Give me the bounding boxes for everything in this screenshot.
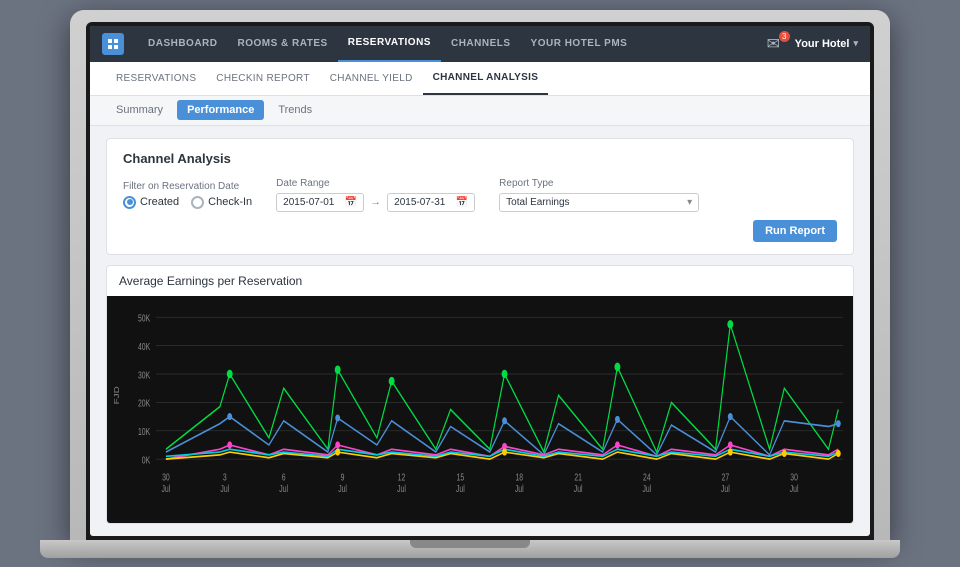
svg-text:20K: 20K xyxy=(138,397,150,409)
filter-group: Filter on Reservation Date Created xyxy=(123,181,252,209)
calendar-end-icon: 📅 xyxy=(456,197,468,208)
calendar-start-icon: 📅 xyxy=(345,197,357,208)
svg-text:9: 9 xyxy=(341,471,345,483)
date-arrow-icon: → xyxy=(370,196,381,208)
date-range-label: Date Range xyxy=(276,178,475,189)
svg-text:Jul: Jul xyxy=(574,482,583,494)
radio-checkin-dot xyxy=(191,196,204,209)
nav-right: ✉ 3 Your Hotel ▾ xyxy=(767,34,858,54)
nav-dashboard[interactable]: Dashboard xyxy=(138,26,228,62)
chart-title: Average Earnings per Reservation xyxy=(107,266,853,296)
nav-reservations[interactable]: Reservations xyxy=(338,26,441,62)
tab-summary[interactable]: Summary xyxy=(106,100,173,120)
radio-created-dot xyxy=(123,196,136,209)
report-type-group: Report Type Total Earnings ▾ xyxy=(499,178,699,212)
svg-text:3: 3 xyxy=(223,471,227,483)
chart-area: 50K 40K 30K 20K 10K 0K FJD xyxy=(107,296,853,523)
form-actions: Run Report xyxy=(123,220,837,242)
svg-text:15: 15 xyxy=(457,471,465,483)
radio-created-label: Created xyxy=(140,196,179,208)
filter-label: Filter on Reservation Date xyxy=(123,181,252,192)
svg-text:Jul: Jul xyxy=(338,482,347,494)
nav-links: Dashboard Rooms & Rates Reservations Cha… xyxy=(138,26,767,62)
svg-text:24: 24 xyxy=(643,471,651,483)
nav-hotel-pms[interactable]: Your Hotel PMS xyxy=(521,26,638,62)
top-navigation: Dashboard Rooms & Rates Reservations Cha… xyxy=(90,26,870,62)
radio-group: Created Check-In xyxy=(123,196,252,209)
svg-text:6: 6 xyxy=(282,471,286,483)
svg-text:Jul: Jul xyxy=(515,482,524,494)
svg-text:Jul: Jul xyxy=(456,482,465,494)
notification-bell[interactable]: ✉ 3 xyxy=(767,34,787,54)
subnav-checkin-report[interactable]: Checkin Report xyxy=(206,61,319,95)
tab-trends[interactable]: Trends xyxy=(268,100,322,120)
date-end-input[interactable]: 2015-07-31 📅 xyxy=(387,193,475,212)
date-range-inputs: 2015-07-01 📅 → 2015-07-31 📅 xyxy=(276,193,475,212)
svg-text:Jul: Jul xyxy=(220,482,229,494)
subnav-channel-analysis[interactable]: Channel Analysis xyxy=(423,61,549,95)
subnav-reservations[interactable]: Reservations xyxy=(106,61,206,95)
date-start-input[interactable]: 2015-07-01 📅 xyxy=(276,193,364,212)
svg-text:Jul: Jul xyxy=(790,482,799,494)
form-title: Channel Analysis xyxy=(123,151,837,166)
nav-channels[interactable]: Channels xyxy=(441,26,521,62)
svg-text:Jul: Jul xyxy=(162,482,171,494)
sub-navigation: Reservations Checkin Report Channel Yiel… xyxy=(90,62,870,96)
svg-text:Jul: Jul xyxy=(279,482,288,494)
nav-logo[interactable] xyxy=(102,33,124,55)
radio-checkin[interactable]: Check-In xyxy=(191,196,252,209)
svg-text:FJD: FJD xyxy=(112,386,120,404)
report-type-label: Report Type xyxy=(499,178,699,189)
radio-created[interactable]: Created xyxy=(123,196,179,209)
bell-icon: ✉ xyxy=(767,36,780,53)
subnav-channel-yield[interactable]: Channel Yield xyxy=(320,61,423,95)
channel-analysis-form: Channel Analysis Filter on Reservation D… xyxy=(106,138,854,255)
chart-card: Average Earnings per Reservation xyxy=(106,265,854,524)
svg-text:40K: 40K xyxy=(138,340,150,352)
select-chevron-icon: ▾ xyxy=(687,197,692,208)
hotel-name: Your Hotel xyxy=(795,38,850,50)
svg-text:21: 21 xyxy=(574,471,582,483)
run-report-button[interactable]: Run Report xyxy=(753,220,837,242)
svg-text:0K: 0K xyxy=(142,454,151,466)
svg-text:30: 30 xyxy=(790,471,798,483)
notification-badge: 3 xyxy=(779,31,790,42)
svg-text:27: 27 xyxy=(722,471,730,483)
svg-text:Jul: Jul xyxy=(642,482,651,494)
svg-text:18: 18 xyxy=(515,471,523,483)
svg-text:Jul: Jul xyxy=(397,482,406,494)
chevron-down-icon: ▾ xyxy=(853,38,858,49)
radio-checkin-label: Check-In xyxy=(208,196,252,208)
svg-text:30: 30 xyxy=(162,471,170,483)
hotel-selector[interactable]: Your Hotel ▾ xyxy=(795,38,858,50)
svg-text:30K: 30K xyxy=(138,368,150,380)
svg-text:Jul: Jul xyxy=(721,482,730,494)
nav-rooms-rates[interactable]: Rooms & Rates xyxy=(228,26,338,62)
earnings-chart: 50K 40K 30K 20K 10K 0K FJD xyxy=(107,296,853,523)
tab-performance[interactable]: Performance xyxy=(177,100,264,120)
svg-text:50K: 50K xyxy=(138,312,150,324)
date-range-group: Date Range 2015-07-01 📅 → 2015- xyxy=(276,178,475,212)
content-area: Channel Analysis Filter on Reservation D… xyxy=(90,126,870,536)
svg-text:10K: 10K xyxy=(138,425,150,437)
report-type-select[interactable]: Total Earnings ▾ xyxy=(499,193,699,212)
tab-bar: Summary Performance Trends xyxy=(90,96,870,126)
svg-text:12: 12 xyxy=(398,471,406,483)
